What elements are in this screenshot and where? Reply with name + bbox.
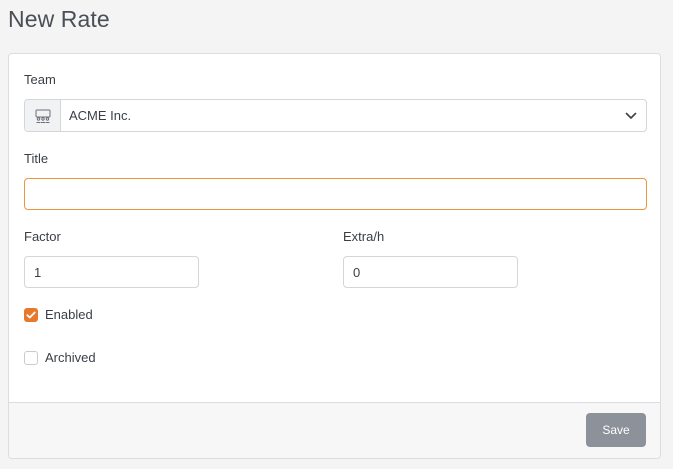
enabled-checkbox[interactable] [24, 307, 38, 322]
title-label: Title [24, 151, 49, 166]
team-label: Team [24, 72, 56, 87]
save-button[interactable]: Save [586, 413, 646, 447]
enabled-row[interactable]: Enabled [24, 307, 93, 322]
factor-label: Factor [24, 229, 61, 244]
extra-input-group: $ [343, 256, 518, 288]
checkmark-icon [26, 311, 36, 318]
card-footer: Save [9, 402, 660, 458]
archived-label: Archived [45, 350, 96, 365]
extra-input[interactable] [344, 257, 517, 287]
factor-input-group: x [24, 256, 199, 288]
chevron-down-icon [616, 112, 646, 120]
team-select-value: ACME Inc. [69, 108, 132, 123]
extra-label: Extra/h [343, 229, 385, 244]
rate-form-card: Team ACME Inc. Title Factor x Extra/h $ [8, 53, 661, 459]
page-title: New Rate [8, 6, 110, 32]
factor-input[interactable] [25, 257, 198, 287]
title-input[interactable] [24, 178, 647, 210]
archived-row[interactable]: Archived [24, 350, 96, 365]
team-select[interactable]: ACME Inc. [24, 99, 647, 132]
enabled-label: Enabled [45, 307, 93, 322]
team-icon [25, 100, 61, 131]
archived-checkbox[interactable] [24, 350, 38, 365]
